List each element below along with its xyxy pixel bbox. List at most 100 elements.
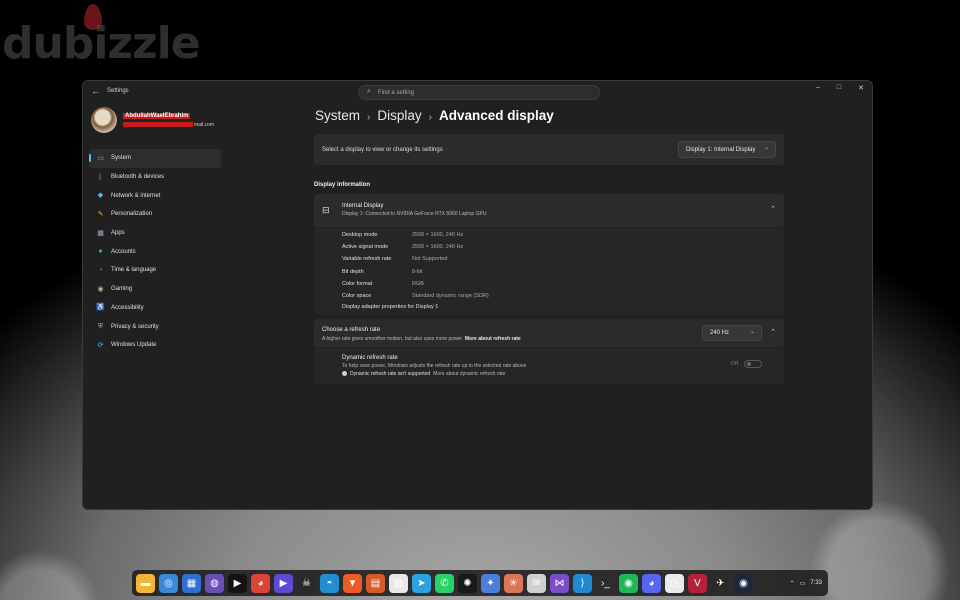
info-label: Variable refresh rate bbox=[342, 256, 392, 263]
sidebar-item-label: Privacy & security bbox=[111, 323, 159, 330]
alienware-icon[interactable]: ☠ bbox=[297, 573, 316, 593]
chevron-up-icon[interactable]: ⌃ bbox=[770, 205, 776, 213]
page-title: Advanced display bbox=[438, 108, 554, 123]
display-info-details: Desktop mode 2560 × 1600, 240 Hz Active si… bbox=[314, 228, 784, 315]
chevron-down-icon: ⌄ bbox=[749, 329, 755, 335]
bluetooth-icon: ᛒ bbox=[98, 173, 103, 181]
back-arrow-icon[interactable]: ← bbox=[91, 86, 100, 96]
display-name: Internal Display bbox=[342, 203, 384, 209]
valorant-icon[interactable]: V bbox=[688, 573, 707, 593]
gemini-icon[interactable]: ✦ bbox=[481, 573, 500, 593]
sidebar-item-label: Time & language bbox=[111, 267, 157, 274]
refresh-rate-value: 240 Hz bbox=[710, 330, 730, 336]
sidebar-item-gaming[interactable]: ◉ Gaming bbox=[89, 280, 221, 299]
user-email: mail.com bbox=[123, 122, 214, 128]
clock[interactable]: 7:33 bbox=[810, 580, 822, 586]
whatsapp-icon[interactable]: ✆ bbox=[435, 573, 454, 593]
chevron-up-icon[interactable]: ⌃ bbox=[770, 328, 776, 336]
dynamic-refresh-toggle[interactable] bbox=[744, 360, 762, 368]
display-info-header[interactable]: ⊟ Internal Display Display 1: Connected … bbox=[314, 194, 784, 227]
info-row: Color space Standard dynamic range (SDR) bbox=[342, 293, 489, 299]
more-about-dynamic-refresh-link[interactable]: More about dynamic refresh rate bbox=[433, 371, 505, 377]
sidebar-item-privacy-security[interactable]: ⛨ Privacy & security bbox=[89, 317, 221, 336]
chatgpt-icon[interactable]: ✺ bbox=[458, 573, 477, 593]
wifi-icon: ◆ bbox=[97, 192, 104, 200]
sidebar-item-label: System bbox=[111, 155, 132, 162]
sidebar-item-system[interactable]: ▭ System bbox=[89, 149, 221, 168]
sidebar-item-apps[interactable]: ▦ Apps bbox=[89, 224, 221, 243]
system-tray: ⌃ ▭ 7:33 bbox=[785, 570, 822, 596]
notes-icon[interactable]: ▥ bbox=[389, 573, 408, 593]
globe-clock-icon: ◔ bbox=[98, 266, 103, 274]
email-redaction bbox=[123, 122, 193, 128]
terminal-icon[interactable]: ›_ bbox=[596, 573, 615, 593]
sidebar-item-label: Personalization bbox=[111, 211, 153, 218]
info-label: Color format bbox=[342, 280, 373, 287]
breadcrumb-separator: › bbox=[367, 112, 371, 123]
chevron-up-icon[interactable]: ⌃ bbox=[790, 580, 795, 587]
store-icon[interactable]: ▦ bbox=[182, 573, 201, 593]
start-orb-icon[interactable]: ◎ bbox=[159, 573, 178, 593]
sidebar-item-label: Gaming bbox=[111, 286, 133, 293]
close-button[interactable]: ✕ bbox=[855, 84, 867, 92]
info-value: Standard dynamic range (SDR) bbox=[412, 293, 489, 299]
info-label: Bit depth bbox=[342, 268, 364, 275]
shield-icon: ⛨ bbox=[97, 323, 104, 331]
display-adapter-properties-link[interactable]: Display adapter properties for Display 1 bbox=[342, 304, 438, 310]
display-select-dropdown[interactable]: Display 1: Internal Display ⌄ bbox=[678, 141, 776, 158]
brush-icon: ✎ bbox=[97, 210, 104, 218]
prime-video-icon[interactable]: ▶ bbox=[228, 573, 247, 593]
toggle-knob bbox=[747, 362, 751, 366]
claude-icon[interactable]: ✳ bbox=[504, 573, 523, 593]
accounts-icon: ● bbox=[98, 248, 103, 256]
search-box[interactable]: ⌕ Find a setting bbox=[358, 85, 600, 100]
title-bar: ← Settings ⌕ Find a setting – □ ✕ bbox=[83, 81, 872, 103]
discord-icon[interactable]: ◕ bbox=[642, 573, 661, 593]
maximize-button[interactable]: □ bbox=[833, 84, 845, 91]
vscode-icon[interactable]: ⟩ bbox=[573, 573, 592, 593]
minimize-button[interactable]: – bbox=[812, 84, 824, 91]
monitor-icon: ▭ bbox=[97, 154, 104, 162]
info-value: RGB bbox=[412, 280, 424, 287]
clock-icon[interactable]: ◷ bbox=[665, 573, 684, 593]
search-placeholder: Find a setting bbox=[378, 90, 415, 96]
chrome-icon[interactable]: ◕ bbox=[251, 573, 270, 593]
spotify-icon[interactable]: ◉ bbox=[619, 573, 638, 593]
copilot-icon[interactable]: ◍ bbox=[205, 573, 224, 593]
mail-icon[interactable]: ✉ bbox=[527, 573, 546, 593]
sidebar-item-personalization[interactable]: ✎ Personalization bbox=[89, 205, 221, 224]
sidebar-item-label: Windows Update bbox=[111, 342, 157, 349]
settings-window: ← Settings ⌕ Find a setting – □ ✕ Abdull… bbox=[82, 80, 873, 510]
breadcrumb-display[interactable]: Display bbox=[377, 108, 421, 123]
info-value: 2560 × 1600, 240 Hz bbox=[412, 232, 464, 238]
edge-icon[interactable]: ◓ bbox=[320, 573, 339, 593]
steam-icon[interactable]: ◉ bbox=[734, 573, 753, 593]
sidebar-item-time-language[interactable]: ◔ Time & language bbox=[89, 261, 221, 280]
info-value: 8-bit bbox=[412, 268, 423, 275]
select-display-card: Select a display to view or change its s… bbox=[314, 134, 784, 165]
chevron-down-icon: ⌄ bbox=[763, 145, 769, 151]
avatar bbox=[91, 107, 117, 133]
sidebar-item-accounts[interactable]: ● Accounts bbox=[89, 242, 221, 261]
refresh-rate-dropdown[interactable]: 240 Hz ⌄ bbox=[702, 325, 762, 341]
sidebar-item-label: Network & internet bbox=[111, 192, 161, 199]
sidebar-item-accessibility[interactable]: ♿ Accessibility bbox=[89, 299, 221, 318]
telegram-icon[interactable]: ➤ bbox=[412, 573, 431, 593]
battery-icon[interactable]: ▭ bbox=[800, 580, 806, 587]
eagle-icon[interactable]: ✈ bbox=[711, 573, 730, 593]
brave-icon[interactable]: ▼ bbox=[343, 573, 362, 593]
info-row: Bit depth 8-bit bbox=[342, 268, 423, 275]
visual-studio-icon[interactable]: ⋈ bbox=[550, 573, 569, 593]
breadcrumb-system[interactable]: System bbox=[315, 108, 360, 123]
more-about-refresh-rate-link[interactable]: More about refresh rate bbox=[465, 336, 521, 342]
sidebar-item-windows-update[interactable]: ⟳ Windows Update bbox=[89, 336, 221, 355]
info-value: Not Supported bbox=[412, 256, 448, 263]
media-player-icon[interactable]: ▶ bbox=[274, 573, 293, 593]
file-explorer-icon[interactable]: ▬ bbox=[136, 573, 155, 593]
update-icon: ⟳ bbox=[97, 341, 104, 349]
refresh-rate-description: A higher rate gives smoother motion, but… bbox=[322, 336, 521, 342]
sidebar-item-bluetooth-devices[interactable]: ᛒ Bluetooth & devices bbox=[89, 168, 221, 187]
reader-icon[interactable]: ▤ bbox=[366, 573, 385, 593]
info-label: Desktop mode bbox=[342, 232, 378, 238]
sidebar-item-network-internet[interactable]: ◆ Network & internet bbox=[89, 186, 221, 205]
